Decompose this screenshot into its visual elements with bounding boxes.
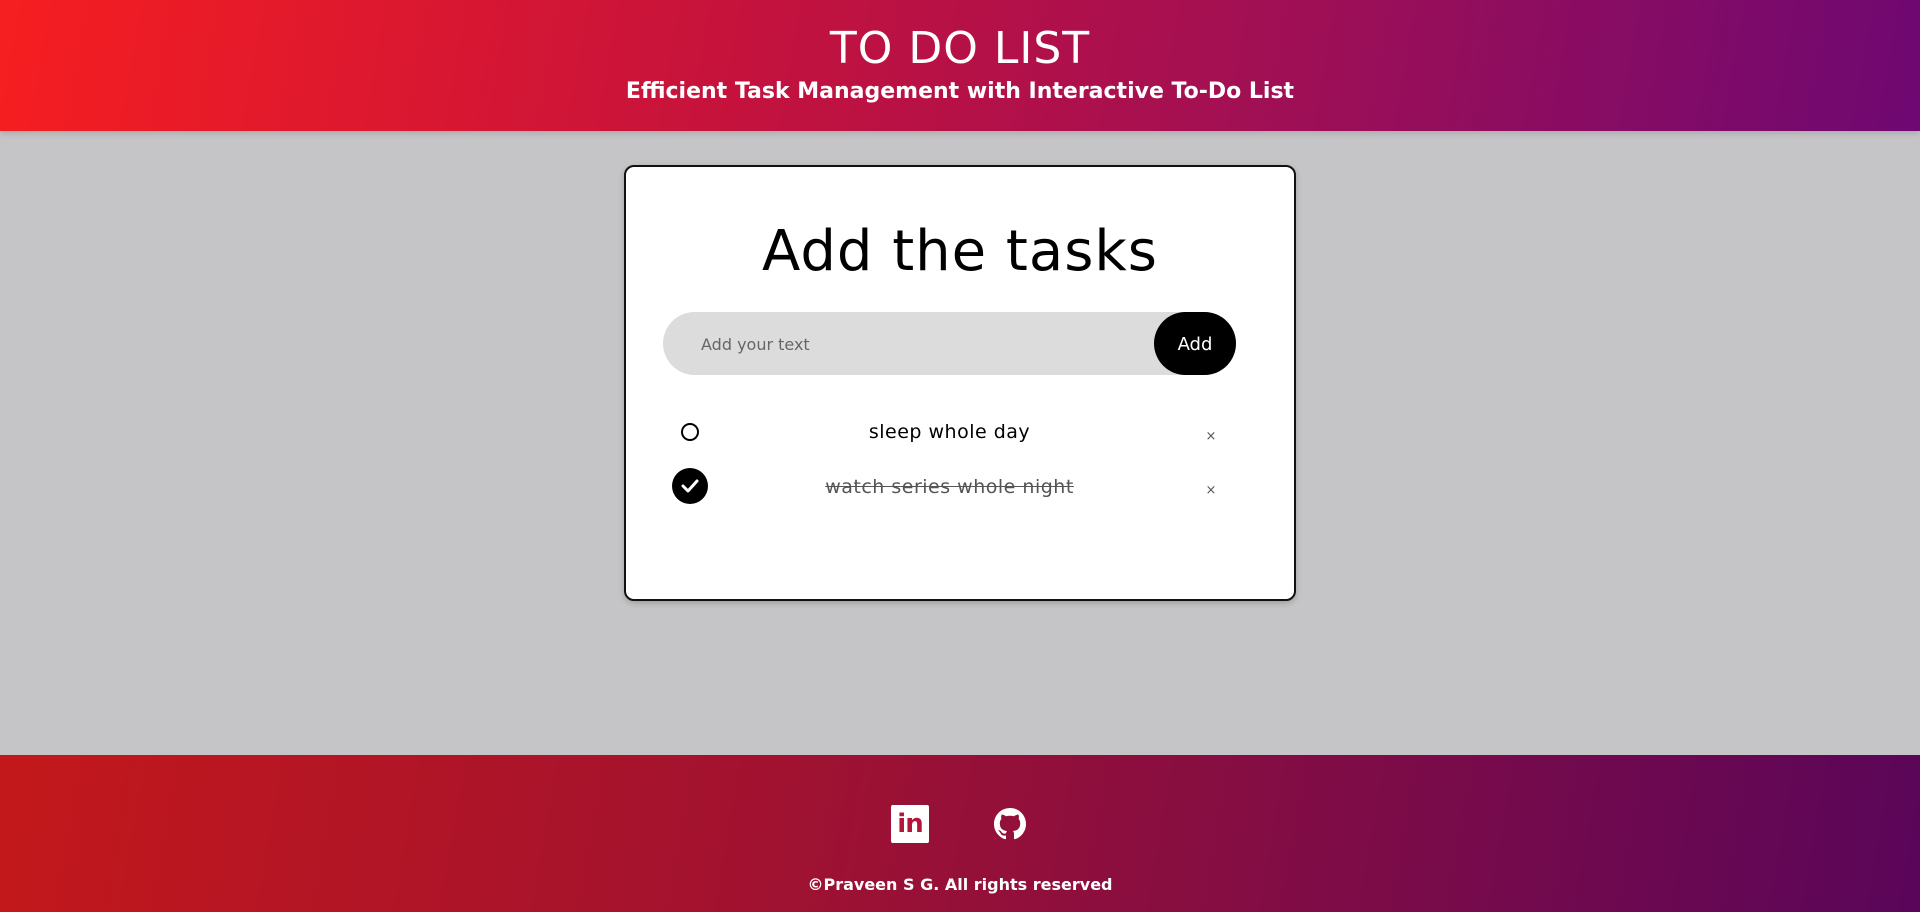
close-icon[interactable]: × (1203, 429, 1219, 445)
task-text[interactable]: sleep whole day (723, 412, 1176, 452)
unchecked-circle-icon[interactable] (681, 423, 699, 441)
checked-circle-icon[interactable] (672, 468, 708, 504)
checkmark-icon (681, 479, 699, 493)
copyright-text: ©Praveen S G. All rights reserved (807, 875, 1113, 894)
card-title: Add the tasks (762, 219, 1158, 284)
close-icon[interactable]: × (1203, 483, 1219, 499)
github-icon[interactable] (994, 808, 1026, 840)
task-item[interactable]: watch series whole night × (663, 467, 1236, 507)
task-input-row: Add (663, 312, 1236, 377)
page-title: TO DO LIST (829, 23, 1091, 74)
add-button[interactable]: Add (1154, 312, 1236, 375)
task-item[interactable]: sleep whole day × (663, 412, 1236, 452)
todo-card: Add the tasks Add sleep whole day × watc… (624, 165, 1296, 601)
page-footer: in ©Praveen S G. All rights reserved (0, 755, 1920, 912)
linkedin-logo-text: in (897, 809, 923, 839)
task-input[interactable] (699, 312, 1143, 377)
linkedin-icon[interactable]: in (891, 805, 929, 843)
page-subtitle: Efficient Task Management with Interacti… (625, 79, 1295, 104)
task-text[interactable]: watch series whole night (723, 467, 1176, 507)
page-header: TO DO LIST Efficient Task Management wit… (0, 0, 1920, 131)
github-logo (994, 808, 1026, 840)
